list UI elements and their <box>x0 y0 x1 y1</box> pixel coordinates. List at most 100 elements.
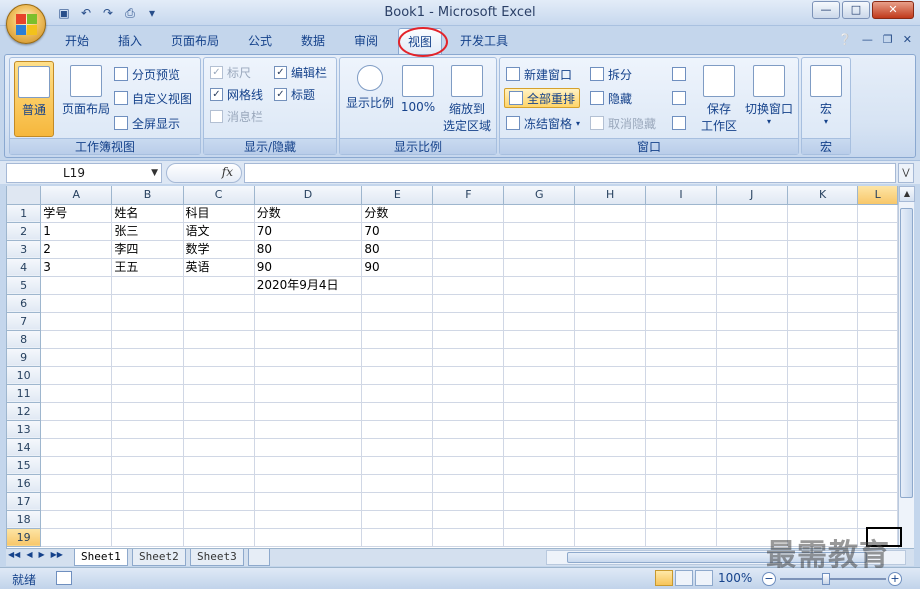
cell[interactable] <box>111 492 184 511</box>
cell[interactable] <box>503 294 576 313</box>
column-header-a[interactable]: A <box>40 186 113 205</box>
tab-review[interactable]: 审阅 <box>354 32 378 49</box>
cell[interactable] <box>183 294 255 313</box>
cell[interactable] <box>787 294 859 313</box>
cell[interactable] <box>361 330 434 349</box>
cell[interactable] <box>645 258 717 277</box>
cell[interactable] <box>432 276 505 295</box>
cell[interactable] <box>503 456 576 475</box>
row-header[interactable]: 12 <box>7 402 42 421</box>
cell[interactable] <box>645 456 717 475</box>
cell[interactable] <box>574 510 647 529</box>
cell-table[interactable]: ABCDEFGHIJKL 1 学号 姓名 科目 分数 分数 2 1 张三 语文 70 70 3 2 李四 数学… <box>7 186 898 547</box>
cell[interactable] <box>574 240 647 259</box>
switch-windows-button[interactable]: 切换窗口 ▾ <box>742 61 796 126</box>
cell[interactable] <box>503 438 576 457</box>
hide-button[interactable]: 隐藏 <box>590 88 632 108</box>
cell[interactable] <box>254 456 363 475</box>
prev-sheet-icon[interactable]: ◀ <box>26 550 32 559</box>
row-header[interactable]: 14 <box>7 438 42 457</box>
cell[interactable] <box>432 420 505 439</box>
cell[interactable] <box>111 330 184 349</box>
formula-bar-checkbox[interactable]: ✓ 编辑栏 <box>274 62 327 82</box>
cell[interactable] <box>857 510 898 529</box>
cell[interactable] <box>183 438 255 457</box>
cell[interactable] <box>40 438 113 457</box>
zoom-knob[interactable] <box>822 573 830 585</box>
zoom-100-button[interactable]: 100% <box>398 61 438 114</box>
cell[interactable] <box>787 474 859 493</box>
cell[interactable] <box>503 528 576 547</box>
view-side-by-side-button[interactable] <box>672 64 686 84</box>
cell[interactable] <box>111 438 184 457</box>
cell[interactable] <box>503 330 576 349</box>
new-window-button[interactable]: 新建窗口 <box>506 64 572 84</box>
cell[interactable] <box>716 276 788 295</box>
cell[interactable] <box>183 366 255 385</box>
cell[interactable] <box>574 222 647 241</box>
cell[interactable] <box>254 420 363 439</box>
ruler-checkbox[interactable]: ✓ 标尺 <box>210 62 251 82</box>
cell[interactable] <box>111 384 184 403</box>
cell[interactable] <box>716 330 788 349</box>
cell[interactable] <box>787 456 859 475</box>
cell[interactable] <box>716 312 788 331</box>
cell[interactable] <box>432 510 505 529</box>
cell[interactable] <box>787 402 859 421</box>
cell[interactable] <box>645 222 717 241</box>
unhide-button[interactable]: 取消隐藏 <box>590 113 656 133</box>
cell[interactable] <box>574 492 647 511</box>
zoom-to-selection-button[interactable]: 缩放到 选定区域 <box>440 61 494 134</box>
cell[interactable] <box>503 240 576 259</box>
cell[interactable] <box>857 474 898 493</box>
cell[interactable] <box>645 528 717 547</box>
cell[interactable] <box>111 402 184 421</box>
page-layout-view-button[interactable]: 页面布局 <box>58 61 114 117</box>
last-sheet-icon[interactable]: ▶▶ <box>51 550 63 559</box>
cell[interactable] <box>716 402 788 421</box>
zoom-in-icon[interactable]: + <box>888 572 902 586</box>
cell[interactable]: 1 <box>40 222 113 241</box>
cell[interactable] <box>503 402 576 421</box>
cell[interactable] <box>40 276 113 295</box>
sheet-tab-2[interactable]: Sheet2 <box>132 549 186 566</box>
help-icon[interactable]: ❔ <box>838 33 852 46</box>
cell[interactable] <box>857 240 898 259</box>
cell[interactable] <box>503 222 576 241</box>
row-header[interactable]: 6 <box>7 294 42 313</box>
column-header-d[interactable]: D <box>254 186 363 205</box>
cell[interactable] <box>111 474 184 493</box>
cell[interactable] <box>361 402 434 421</box>
page-break-preview-button[interactable]: 分页预览 <box>114 64 180 84</box>
sheet-tab-1[interactable]: Sheet1 <box>74 549 128 566</box>
zoom-button[interactable]: 显示比例 <box>344 61 396 111</box>
tab-insert[interactable]: 插入 <box>118 32 142 49</box>
row-header[interactable]: 4 <box>7 258 42 277</box>
full-screen-button[interactable]: 全屏显示 <box>114 113 180 133</box>
cell[interactable] <box>432 402 505 421</box>
column-header-l[interactable]: L <box>857 186 898 205</box>
cell[interactable] <box>40 384 113 403</box>
cell[interactable] <box>40 420 113 439</box>
cell[interactable] <box>432 474 505 493</box>
cell[interactable] <box>716 384 788 403</box>
cell[interactable]: 学号 <box>40 204 113 223</box>
minimize-button[interactable]: — <box>812 1 840 19</box>
close-button[interactable]: ✕ <box>872 1 914 19</box>
cell[interactable] <box>857 258 898 277</box>
sync-scroll-button[interactable] <box>672 88 686 108</box>
name-box[interactable]: L19 ▼ <box>6 163 162 183</box>
column-header-h[interactable]: H <box>574 186 647 205</box>
cell[interactable] <box>574 438 647 457</box>
cell[interactable] <box>432 330 505 349</box>
cell[interactable] <box>857 402 898 421</box>
cell[interactable] <box>503 276 576 295</box>
cell[interactable] <box>183 312 255 331</box>
headings-checkbox[interactable]: ✓ 标题 <box>274 84 315 104</box>
cell[interactable] <box>503 474 576 493</box>
tab-developer[interactable]: 开发工具 <box>460 32 508 49</box>
row-header[interactable]: 11 <box>7 384 42 403</box>
vertical-scrollbar[interactable]: ▲ <box>898 186 915 548</box>
cell[interactable] <box>40 348 113 367</box>
cell[interactable] <box>254 330 363 349</box>
